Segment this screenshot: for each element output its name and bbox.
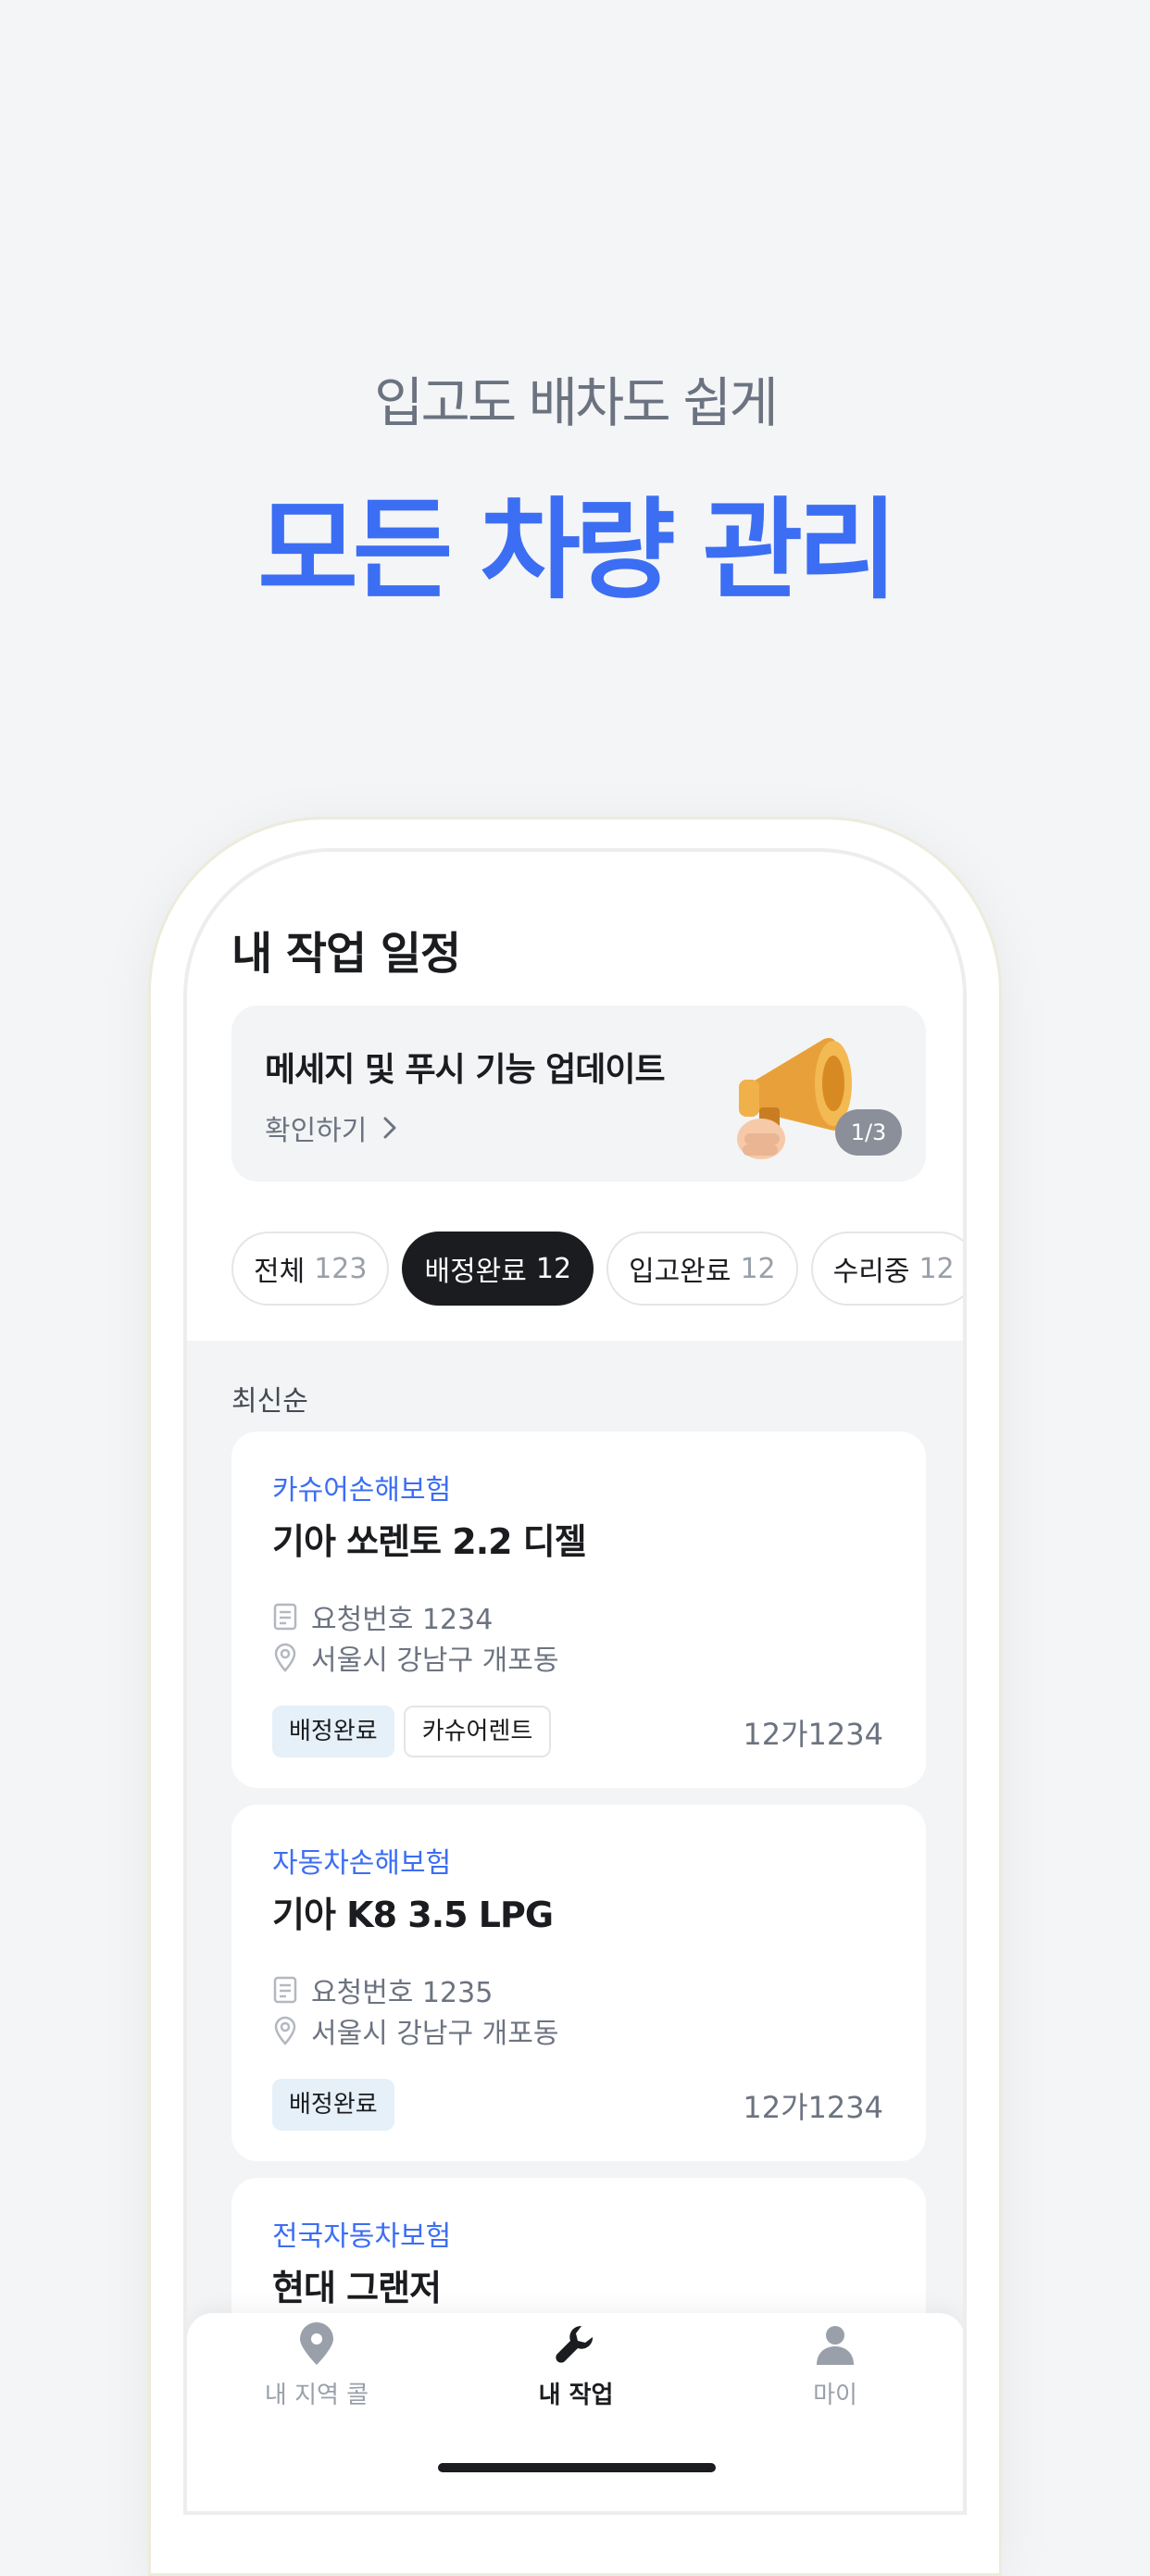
- sort-selector[interactable]: 최신순: [231, 1378, 308, 1419]
- chip-count: 12: [919, 1252, 955, 1285]
- chip-count: 12: [535, 1252, 572, 1285]
- hero-title: 모든 차량 관리: [257, 486, 898, 614]
- address-row: 서울시 강남구 개포동: [272, 1637, 558, 1678]
- vehicle-name: 기아 쏘렌토 2.2 디젤: [272, 1521, 587, 1562]
- request-number: 요청번호 1235: [311, 1977, 494, 2009]
- request-number: 요청번호 1234: [311, 1604, 494, 1636]
- vehicle-name: 기아 K8 3.5 LPG: [272, 1894, 554, 1935]
- address-row: 서울시 강남구 개포동: [272, 2010, 558, 2051]
- phone-screen: 내 작업 일정 메세지 및 푸시 기능 업데이트 확인하기 1/3 전체 123…: [183, 848, 967, 2515]
- filter-chip-assigned[interactable]: 배정완료 12: [402, 1232, 594, 1306]
- license-plate: 12가1234: [743, 2090, 883, 2125]
- chip-count: 123: [314, 1252, 368, 1285]
- wrench-icon: [556, 2325, 594, 2363]
- nav-label: 내 작업: [538, 2382, 614, 2409]
- company-badge: 카슈어렌트: [403, 1706, 552, 1757]
- chip-label: 배정완료: [424, 1256, 527, 1288]
- nav-tab-my-page[interactable]: 마이: [743, 2322, 928, 2433]
- chip-count: 12: [740, 1252, 776, 1285]
- filter-chip-received[interactable]: 입고완료 12: [606, 1232, 798, 1306]
- banner-link-label: 확인하기: [265, 1115, 368, 1147]
- banner-confirm-link[interactable]: 확인하기: [265, 1107, 400, 1148]
- insurance-company: 카슈어손해보험: [272, 1474, 452, 1507]
- job-card[interactable]: 자동차손해보험 기아 K8 3.5 LPG 요청번호 1235 서울시 강남구 …: [231, 1805, 926, 2161]
- tag-list: 배정완료 카슈어렌트: [272, 1706, 552, 1757]
- page-title: 내 작업 일정: [231, 928, 461, 980]
- address: 서울시 강남구 개포동: [311, 2018, 559, 2050]
- chevron-right-icon: [383, 1117, 396, 1139]
- chip-label: 입고완료: [629, 1256, 731, 1288]
- insurance-company: 전국자동차보험: [272, 2220, 452, 2253]
- filter-chip-repairing[interactable]: 수리중 12: [810, 1232, 963, 1306]
- status-filter-chips: 전체 123 배정완료 12 입고완료 12 수리중 12: [231, 1232, 963, 1309]
- bottom-navigation: 내 지역 콜 내 작업 마이: [187, 2313, 963, 2511]
- document-icon: [273, 1603, 297, 1631]
- hero-subtitle: 입고도 배차도 쉽게: [374, 371, 779, 434]
- location-pin-icon: [274, 1643, 296, 1672]
- status-badge: 배정완료: [272, 1706, 394, 1757]
- location-pin-icon: [274, 2016, 296, 2045]
- nav-tab-my-jobs[interactable]: 내 작업: [483, 2322, 669, 2433]
- nav-label: 내 지역 콜: [264, 2382, 369, 2409]
- request-number-row: 요청번호 1235: [272, 1970, 493, 2010]
- vehicle-name: 현대 그랜저: [272, 2268, 442, 2308]
- home-indicator: [438, 2463, 716, 2472]
- job-card[interactable]: 카슈어손해보험 기아 쏘렌토 2.2 디젤 요청번호 1234 서울시 강남구 …: [231, 1432, 926, 1788]
- location-pin-icon: [300, 2322, 333, 2365]
- chip-label: 전체: [254, 1256, 306, 1288]
- nav-tab-local-calls[interactable]: 내 지역 콜: [224, 2322, 409, 2433]
- status-badge: 배정완료: [272, 2079, 394, 2131]
- chip-label: 수리중: [832, 1256, 910, 1288]
- document-icon: [273, 1976, 297, 2004]
- person-icon: [817, 2326, 854, 2365]
- filter-chip-all[interactable]: 전체 123: [231, 1232, 390, 1306]
- tag-list: 배정완료: [272, 2079, 394, 2131]
- request-number-row: 요청번호 1234: [272, 1596, 493, 1637]
- banner-pager: 1/3: [835, 1109, 902, 1156]
- insurance-company: 자동차손해보험: [272, 1847, 452, 1880]
- nav-label: 마이: [813, 2382, 857, 2409]
- banner-title: 메세지 및 푸시 기능 업데이트: [265, 1051, 666, 1089]
- announcement-banner[interactable]: 메세지 및 푸시 기능 업데이트 확인하기 1/3: [231, 1006, 926, 1182]
- license-plate: 12가1234: [743, 1717, 883, 1752]
- address: 서울시 강남구 개포동: [311, 1644, 559, 1677]
